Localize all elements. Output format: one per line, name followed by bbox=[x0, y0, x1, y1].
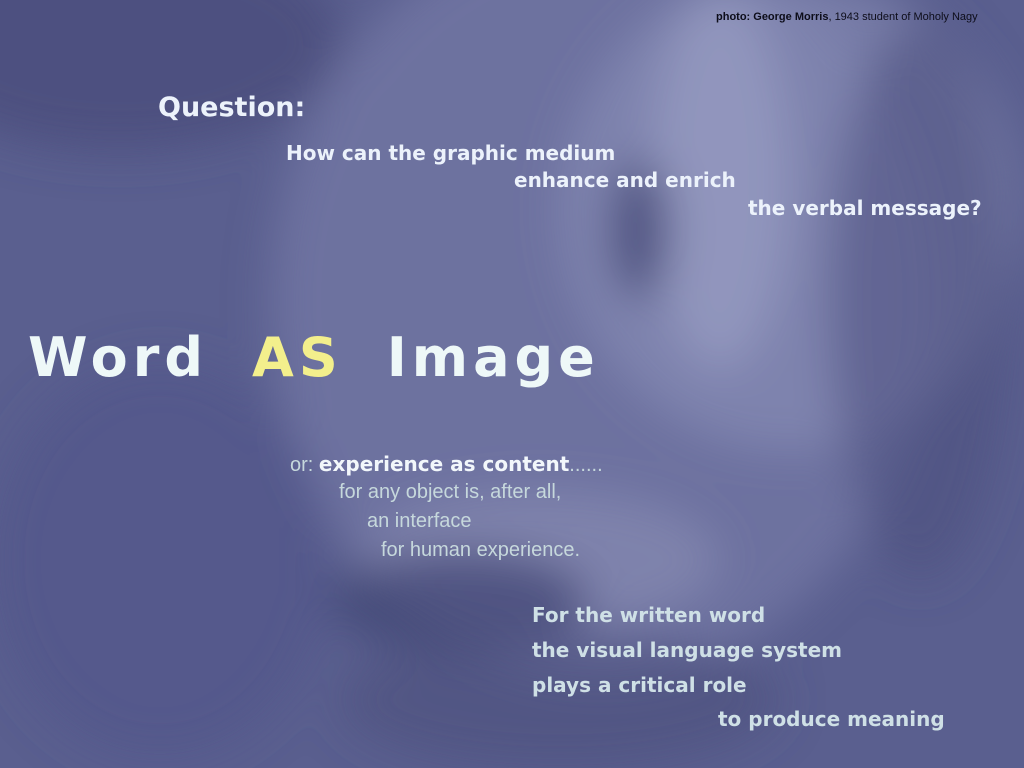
headline-word-word: Word bbox=[28, 326, 209, 389]
question-line-1: How can the graphic medium bbox=[286, 141, 616, 165]
experience-intro: or: experience as content...... bbox=[290, 452, 603, 477]
written-word-line-1: For the written word bbox=[532, 603, 766, 627]
photo-credit-detail: , 1943 student of Moholy Nagy bbox=[828, 11, 978, 23]
written-word-line-3: plays a critical role bbox=[532, 673, 747, 697]
experience-line-2: an interface bbox=[367, 510, 472, 532]
photo-credit: photo: George Morris, 1943 student of Mo… bbox=[716, 11, 978, 23]
question-label: Question: bbox=[158, 92, 306, 123]
written-word-line-2: the visual language system bbox=[532, 638, 842, 662]
headline-title: Word AS Image bbox=[28, 326, 600, 389]
experience-ellipsis: ...... bbox=[569, 454, 603, 476]
photo-credit-name: photo: George Morris bbox=[716, 11, 829, 23]
headline-word-as: AS bbox=[252, 326, 343, 389]
experience-emphasis: experience as content bbox=[318, 452, 570, 476]
written-word-line-4: to produce meaning bbox=[718, 707, 945, 731]
experience-line-3: for human experience. bbox=[381, 539, 581, 561]
experience-prefix: or: bbox=[290, 454, 319, 476]
headline-word-image: Image bbox=[386, 326, 600, 389]
question-line-3: the verbal message? bbox=[748, 196, 982, 220]
experience-line-1: for any object is, after all, bbox=[339, 481, 562, 503]
question-line-2: enhance and enrich bbox=[514, 168, 736, 192]
